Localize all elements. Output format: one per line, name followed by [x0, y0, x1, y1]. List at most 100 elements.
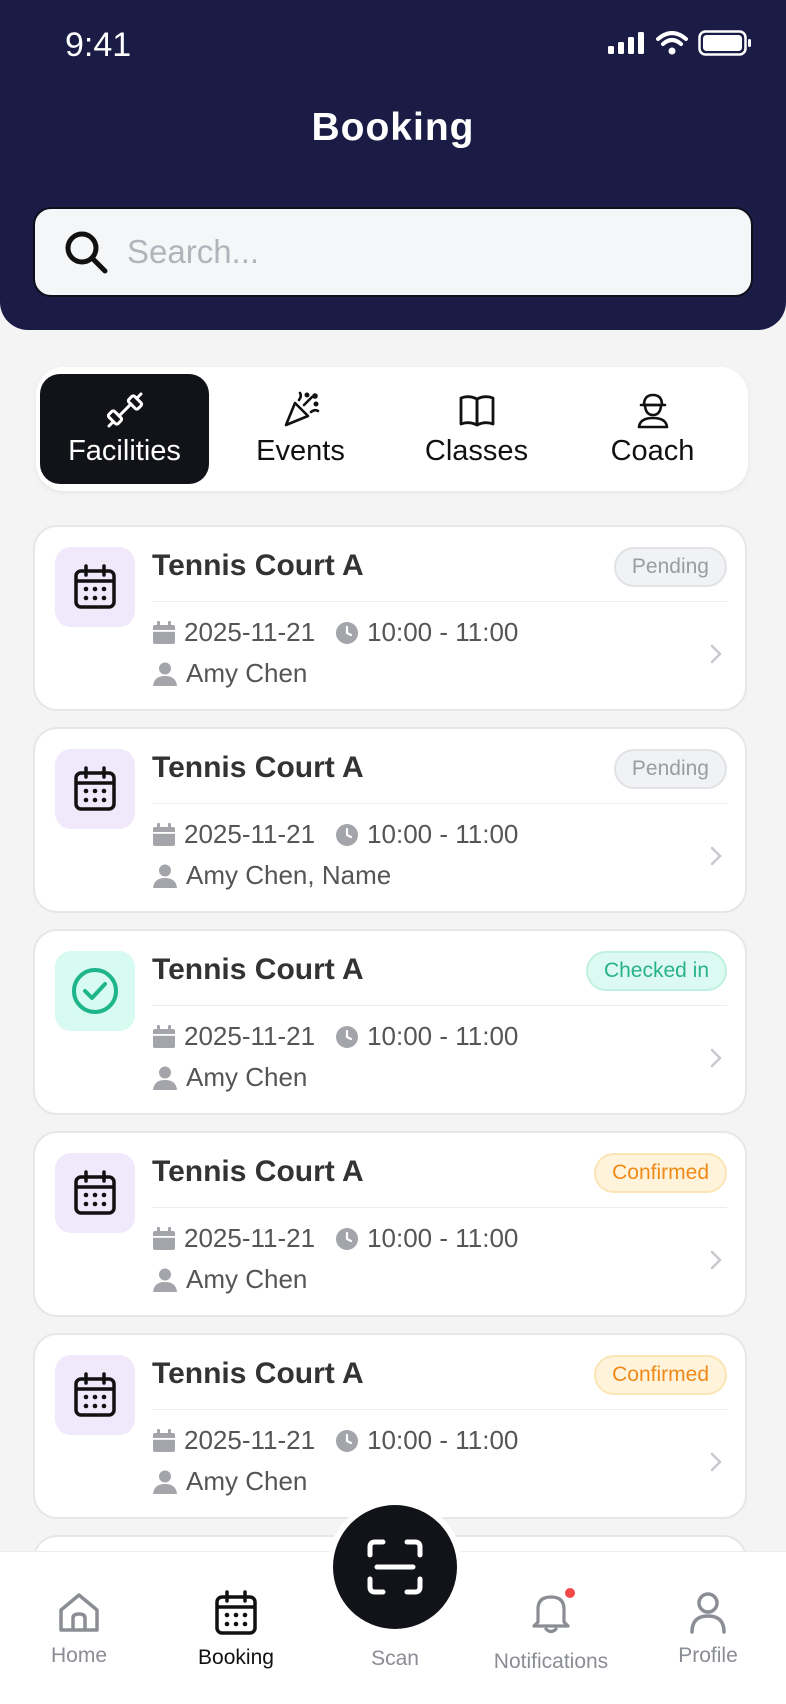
- booking-datetime: 2025-11-21 10:00 - 11:00: [152, 1021, 518, 1052]
- profile-icon: [690, 1592, 726, 1634]
- battery-icon: [698, 30, 751, 56]
- booking-name: Tennis Court A: [152, 1155, 364, 1188]
- nav-label: Notifications: [493, 1650, 609, 1673]
- tab-events[interactable]: Events: [216, 374, 385, 484]
- booking-datetime: 2025-11-21 10:00 - 11:00: [152, 819, 518, 850]
- status-badge: Pending: [613, 547, 727, 587]
- dumbbell-icon: [106, 392, 143, 427]
- booking-people-row: Amy Chen: [152, 1264, 307, 1295]
- nav-label: Booking: [198, 1646, 274, 1669]
- home-icon: [59, 1593, 99, 1632]
- booking-date: 2025-11-21: [184, 1425, 316, 1455]
- category-tabs: Facilities Events Classes Coach: [36, 367, 748, 491]
- chevron-right-icon: [710, 1250, 722, 1270]
- booking-people: Amy Chen: [186, 1466, 308, 1496]
- booking-datetime: 2025-11-21 10:00 - 11:00: [152, 1223, 518, 1254]
- booking-icon-box: [55, 1153, 135, 1233]
- clock-icon: [336, 1429, 359, 1452]
- divider: [152, 1409, 727, 1410]
- status-badge: Checked in: [585, 951, 727, 991]
- clock-icon: [336, 823, 359, 846]
- wifi-icon: [656, 31, 688, 55]
- calendar-icon: [74, 1372, 116, 1417]
- calendar-icon: [74, 564, 116, 609]
- calendar-small-icon: [153, 1226, 175, 1250]
- booking-card[interactable]: Tennis Court A Confirmed 2025-11-21 10:0…: [33, 1333, 747, 1519]
- booking-people: Amy Chen: [186, 658, 308, 688]
- chevron-right-icon: [710, 644, 722, 664]
- booking-name: Tennis Court A: [152, 549, 364, 582]
- nav-label: Home: [50, 1644, 108, 1667]
- chevron-right-icon: [710, 1452, 722, 1472]
- divider: [152, 1005, 727, 1006]
- status-time: 9:41: [65, 26, 132, 64]
- booking-datetime: 2025-11-21 10:00 - 11:00: [152, 617, 518, 648]
- booking-date: 2025-11-21: [184, 1021, 316, 1051]
- signal-icon: [608, 32, 644, 54]
- tab-label: Facilities: [68, 434, 181, 467]
- search-bar[interactable]: [33, 207, 753, 297]
- chevron-right-icon: [710, 846, 722, 866]
- divider: [152, 601, 727, 602]
- booking-time: 10:00 - 11:00: [367, 1425, 519, 1455]
- bell-icon-wrap: [529, 1586, 577, 1640]
- person-icon: [153, 1066, 177, 1090]
- tab-label: Events: [256, 434, 345, 467]
- status-badge: Confirmed: [594, 1153, 727, 1193]
- person-icon: [153, 864, 177, 888]
- tab-label: Coach: [610, 434, 695, 467]
- coach-icon: [637, 393, 668, 428]
- booking-icon-box: [55, 749, 135, 829]
- booking-people: Amy Chen: [186, 1062, 308, 1092]
- booking-datetime: 2025-11-21 10:00 - 11:00: [152, 1425, 518, 1456]
- nav-notifications[interactable]: Notifications: [481, 1586, 621, 1674]
- booking-time: 10:00 - 11:00: [367, 1223, 519, 1253]
- nav-profile[interactable]: Profile: [638, 1590, 778, 1668]
- status-icons: [608, 30, 752, 56]
- divider: [152, 1207, 727, 1208]
- booking-time: 10:00 - 11:00: [367, 819, 519, 849]
- booking-card[interactable]: Tennis Court A Confirmed 2025-11-21 10:0…: [33, 1131, 747, 1317]
- calendar-small-icon: [153, 1024, 175, 1048]
- status-badge: Confirmed: [594, 1355, 727, 1395]
- booking-icon-box: [55, 1355, 135, 1435]
- booking-people: Amy Chen, Name: [186, 860, 392, 890]
- booking-icon-box: [55, 547, 135, 627]
- booking-people-row: Amy Chen, Name: [152, 860, 391, 891]
- person-icon: [153, 1470, 177, 1494]
- booking-people-row: Amy Chen: [152, 658, 307, 689]
- calendar-small-icon: [153, 620, 175, 644]
- calendar-small-icon: [153, 822, 175, 846]
- booking-name: Tennis Court A: [152, 751, 364, 784]
- party-popper-icon: [284, 391, 319, 426]
- booking-name: Tennis Court A: [152, 953, 364, 986]
- scan-label: Scan: [371, 1647, 419, 1670]
- tab-facilities[interactable]: Facilities: [40, 374, 209, 484]
- tab-label: Classes: [424, 434, 529, 467]
- booking-people-row: Amy Chen: [152, 1062, 307, 1093]
- search-input[interactable]: [127, 233, 687, 271]
- clock-icon: [336, 1025, 359, 1048]
- booking-people-row: Amy Chen: [152, 1466, 307, 1497]
- nav-home[interactable]: Home: [9, 1590, 149, 1668]
- calendar-icon: [74, 1170, 116, 1215]
- scan-button[interactable]: [327, 1499, 463, 1635]
- tab-coach[interactable]: Coach: [568, 374, 737, 484]
- scan-icon: [367, 1539, 423, 1595]
- booking-icon-box: [55, 951, 135, 1031]
- check-circle-icon: [72, 968, 118, 1014]
- calendar-icon: [74, 766, 116, 811]
- clock-icon: [336, 621, 359, 644]
- nav-booking[interactable]: Booking: [166, 1590, 306, 1670]
- booking-card[interactable]: Tennis Court A Checked in 2025-11-21 10:…: [33, 929, 747, 1115]
- booking-card[interactable]: Tennis Court A Pending 2025-11-21 10:00 …: [33, 525, 747, 711]
- person-icon: [153, 1268, 177, 1292]
- tab-classes[interactable]: Classes: [392, 374, 561, 484]
- booking-card[interactable]: Tennis Court A Pending 2025-11-21 10:00 …: [33, 727, 747, 913]
- booking-time: 10:00 - 11:00: [367, 1021, 519, 1051]
- clock-icon: [336, 1227, 359, 1250]
- booking-date: 2025-11-21: [184, 819, 316, 849]
- chevron-right-icon: [710, 1048, 722, 1068]
- page-title: Booking: [311, 106, 475, 149]
- book-icon: [459, 394, 494, 426]
